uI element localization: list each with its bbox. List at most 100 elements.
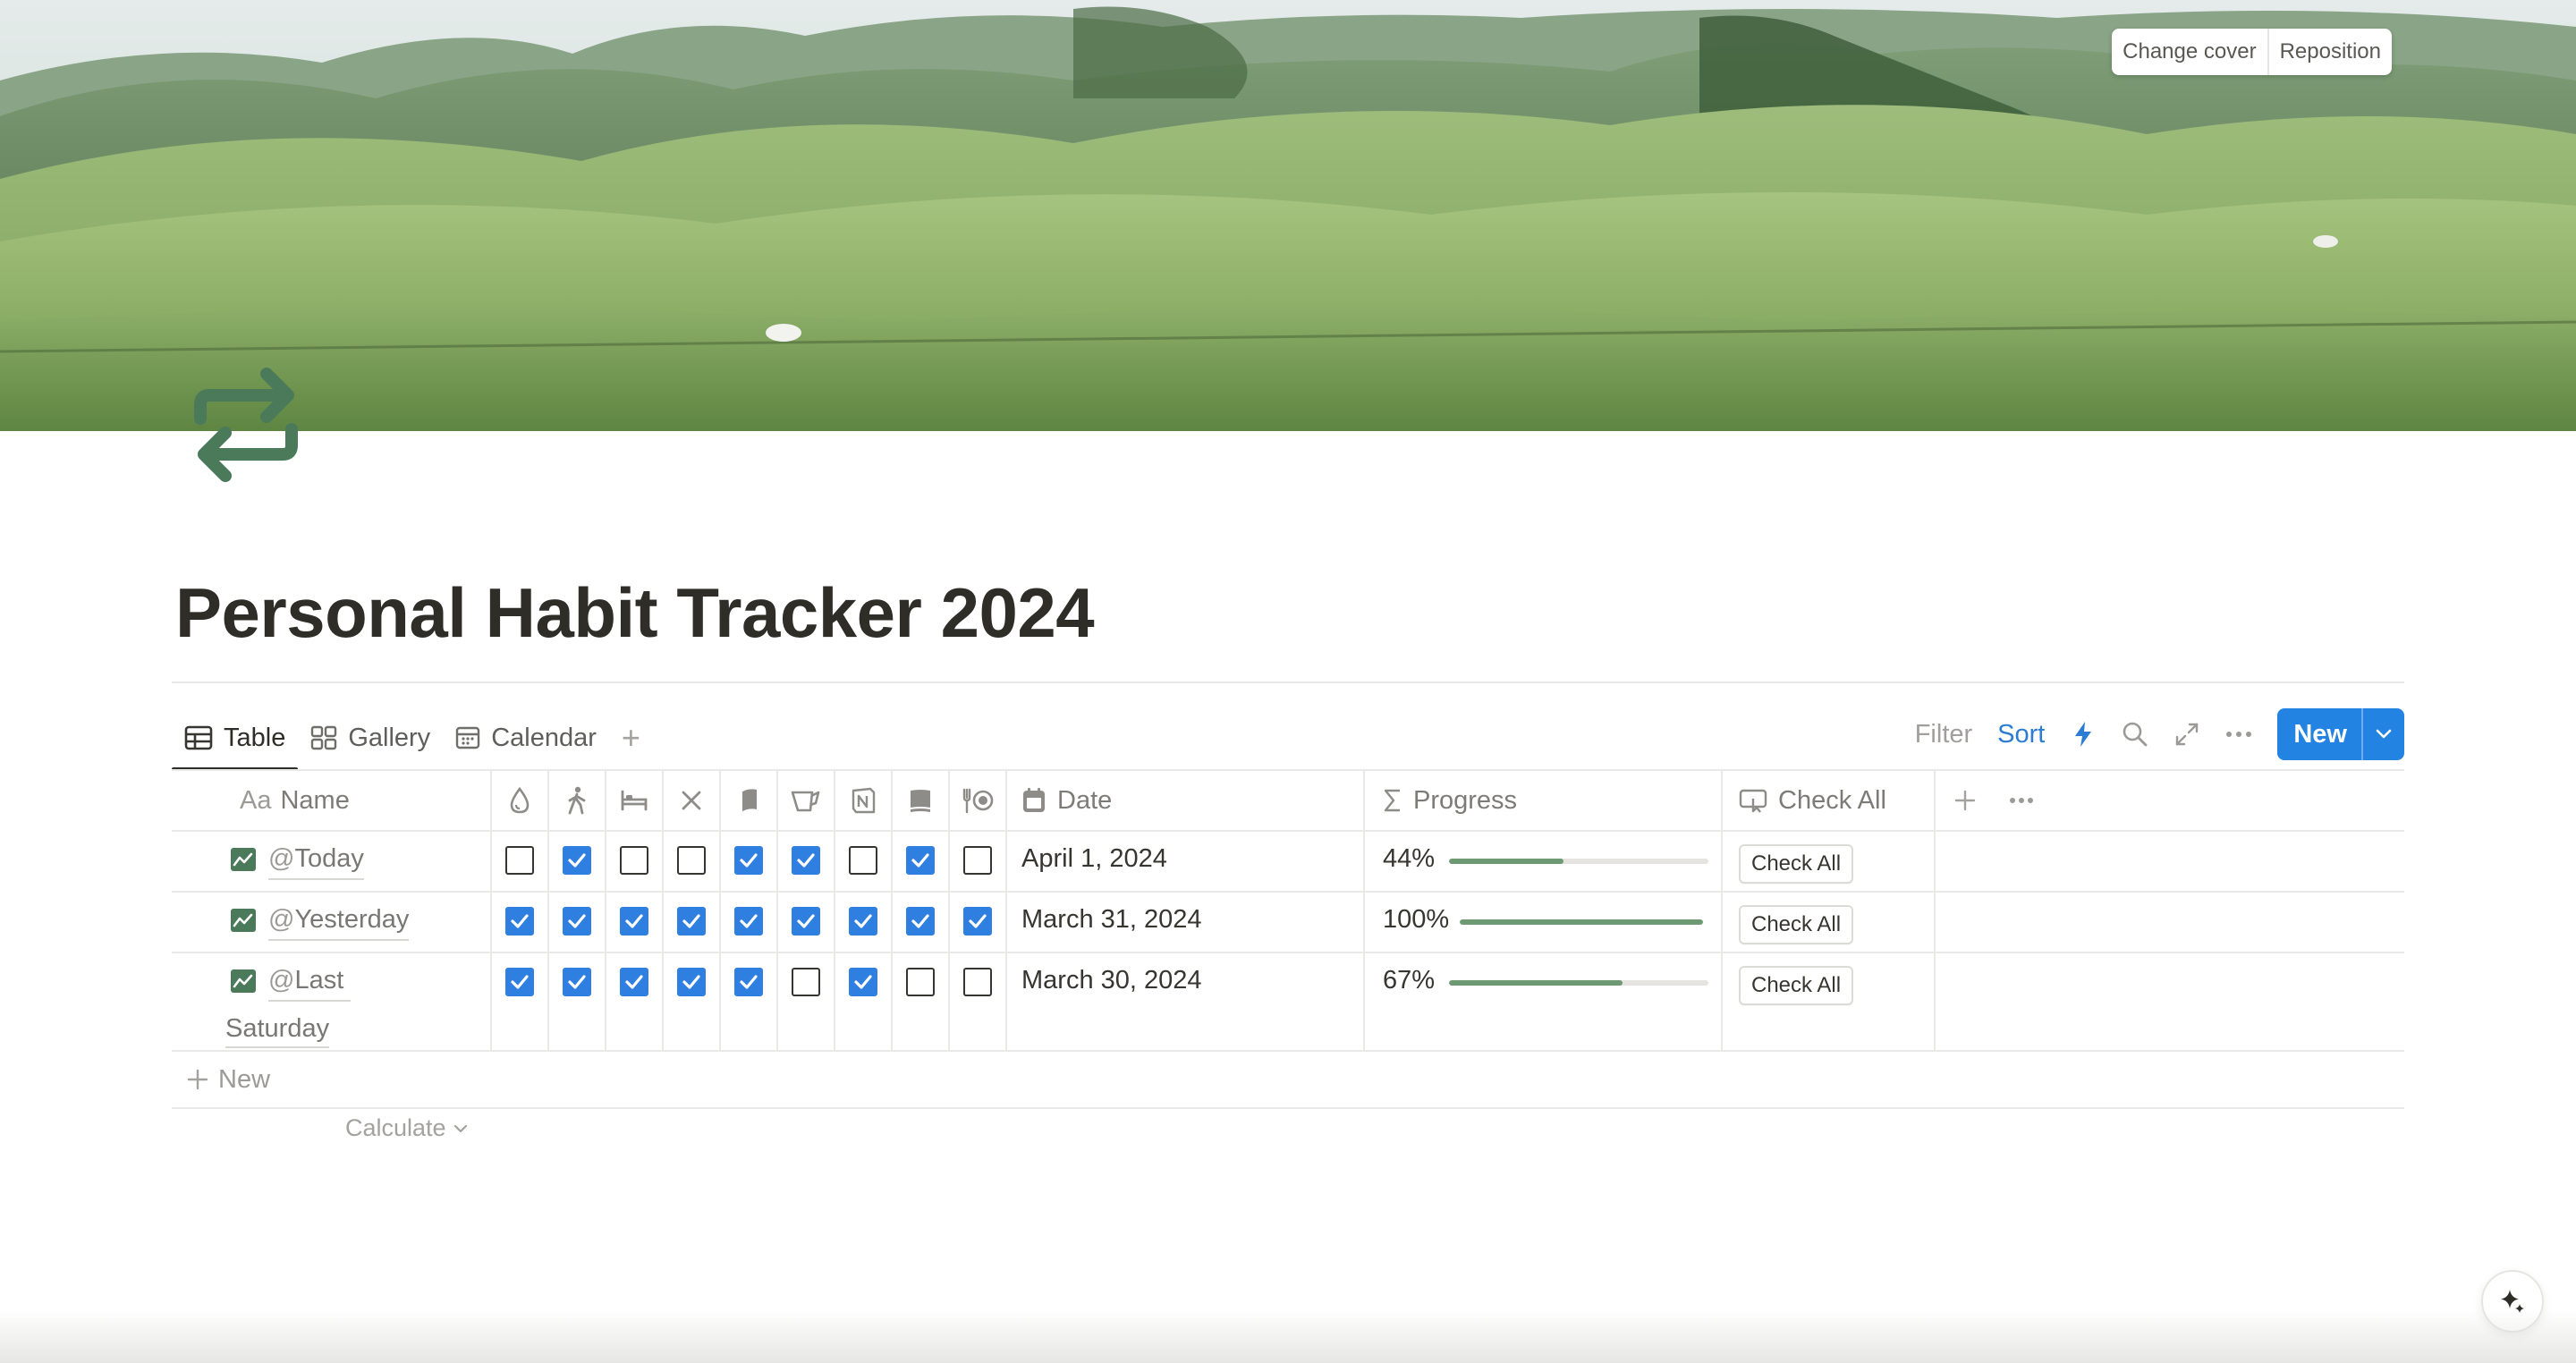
habit-checkbox[interactable] <box>677 846 706 875</box>
checkmark-icon <box>854 914 872 928</box>
table-row[interactable]: @Yesterday March 31, 2024 100% Check All <box>172 893 2404 953</box>
text-property-icon: Aa <box>240 785 272 815</box>
habit-checkbox[interactable] <box>505 846 534 875</box>
search-button[interactable] <box>2109 708 2161 760</box>
gallery-icon <box>311 725 337 750</box>
habit-checkbox[interactable] <box>849 846 877 875</box>
page-icon[interactable] <box>190 365 302 487</box>
sort-button[interactable]: Sort <box>1985 720 2057 749</box>
habit-checkbox[interactable] <box>677 968 706 996</box>
database-toolbar: Filter Sort New <box>1902 708 2404 760</box>
row-date-mention[interactable]: @Yesterday <box>268 900 410 941</box>
row-progress-cell[interactable]: 44% <box>1365 832 1723 891</box>
more-options-button[interactable] <box>2213 708 2265 760</box>
column-walk-header[interactable] <box>549 771 606 830</box>
checkbox-cell <box>721 832 778 891</box>
row-date-cell[interactable]: March 30, 2024 <box>1007 953 1365 1050</box>
calculate-button[interactable]: Calculate <box>345 1114 468 1142</box>
habit-checkbox[interactable] <box>620 907 648 935</box>
tab-calendar[interactable]: Calendar <box>443 707 609 769</box>
filter-button[interactable]: Filter <box>1902 720 1985 749</box>
habit-checkbox[interactable] <box>563 846 591 875</box>
table-row[interactable]: @Last Saturday March 30, 2024 67% Check … <box>172 953 2404 1052</box>
row-date-mention-line2[interactable]: Saturday <box>225 1011 330 1048</box>
table-row[interactable]: @Today April 1, 2024 44% Check All <box>172 832 2404 893</box>
page-cover[interactable]: Change cover Reposition <box>0 0 2576 431</box>
checkbox-cell <box>893 832 950 891</box>
reposition-button[interactable]: Reposition <box>2267 29 2392 75</box>
habit-checkbox[interactable] <box>906 968 935 996</box>
column-name-header[interactable]: Aa Name <box>172 771 492 830</box>
row-name-cell[interactable]: @Last Saturday <box>172 953 492 1050</box>
calendar-icon <box>455 726 480 749</box>
check-all-button[interactable]: Check All <box>1739 905 1854 944</box>
habit-checkbox[interactable] <box>734 907 763 935</box>
habit-checkbox[interactable] <box>792 907 820 935</box>
checkbox-cell <box>664 893 721 952</box>
add-property-icon[interactable] <box>1953 789 1977 812</box>
calendar-property-icon <box>1023 788 1045 812</box>
habit-checkbox[interactable] <box>734 846 763 875</box>
row-date-cell[interactable]: March 31, 2024 <box>1007 893 1365 952</box>
habit-checkbox[interactable] <box>563 907 591 935</box>
column-tea-header[interactable] <box>778 771 835 830</box>
column-meal-header[interactable] <box>950 771 1007 830</box>
habit-checkbox[interactable] <box>963 846 992 875</box>
row-name-cell[interactable]: @Yesterday <box>172 893 492 952</box>
row-check-all-cell: Check All <box>1723 953 1936 1050</box>
column-progress-header[interactable]: Progress <box>1365 771 1723 830</box>
habit-checkbox[interactable] <box>620 846 648 875</box>
column-avoid-header[interactable] <box>664 771 721 830</box>
check-all-button[interactable]: Check All <box>1739 844 1854 884</box>
column-more-icon[interactable] <box>2009 797 2034 804</box>
row-date-mention[interactable]: @Last <box>268 961 352 1002</box>
row-date-mention[interactable]: @Today <box>268 839 364 880</box>
column-date-header[interactable]: Date <box>1007 771 1365 830</box>
habit-checkbox[interactable] <box>849 968 877 996</box>
row-progress-cell[interactable]: 100% <box>1365 893 1723 952</box>
check-all-button[interactable]: Check All <box>1739 966 1854 1005</box>
page-title[interactable]: Personal Habit Tracker 2024 <box>175 572 1095 654</box>
meal-icon <box>962 788 994 814</box>
row-progress-cell[interactable]: 67% <box>1365 953 1723 1050</box>
habit-checkbox[interactable] <box>906 846 935 875</box>
habit-checkbox[interactable] <box>792 968 820 996</box>
habit-checkbox[interactable] <box>849 907 877 935</box>
column-notion-header[interactable] <box>835 771 893 830</box>
row-date-cell[interactable]: April 1, 2024 <box>1007 832 1365 891</box>
habit-checkbox[interactable] <box>620 968 648 996</box>
habit-checkbox[interactable] <box>505 968 534 996</box>
book-icon <box>741 789 757 812</box>
expand-button[interactable] <box>2161 708 2213 760</box>
checkbox-cell <box>721 953 778 1050</box>
column-read-header[interactable] <box>721 771 778 830</box>
checkbox-cell <box>664 832 721 891</box>
lightning-icon <box>2075 722 2092 747</box>
habit-checkbox[interactable] <box>505 907 534 935</box>
add-view-button[interactable]: + <box>609 722 653 754</box>
habit-checkbox[interactable] <box>734 968 763 996</box>
habit-checkbox[interactable] <box>563 968 591 996</box>
row-name-cell[interactable]: @Today <box>172 832 492 891</box>
row-check-all-cell: Check All <box>1723 893 1936 952</box>
habit-checkbox[interactable] <box>963 968 992 996</box>
column-water-header[interactable] <box>492 771 549 830</box>
add-row-button[interactable]: New <box>172 1052 2404 1109</box>
tab-gallery[interactable]: Gallery <box>298 707 443 769</box>
column-check-all-header[interactable]: Check All <box>1723 771 1936 830</box>
column-sleep-header[interactable] <box>606 771 664 830</box>
column-journal-header[interactable] <box>893 771 950 830</box>
tab-table[interactable]: Table <box>172 707 299 771</box>
change-cover-button[interactable]: Change cover <box>2112 29 2267 75</box>
habit-checkbox[interactable] <box>906 907 935 935</box>
new-record-button[interactable]: New <box>2277 708 2404 760</box>
checkmark-icon <box>740 975 758 989</box>
new-record-dropdown[interactable] <box>2361 708 2404 760</box>
column-progress-label: Progress <box>1413 785 1518 815</box>
habit-checkbox[interactable] <box>792 846 820 875</box>
automation-button[interactable] <box>2057 708 2109 760</box>
habit-checkbox[interactable] <box>963 907 992 935</box>
checkmark-icon <box>625 914 643 928</box>
habit-checkbox[interactable] <box>677 907 706 935</box>
new-record-label[interactable]: New <box>2277 708 2361 760</box>
